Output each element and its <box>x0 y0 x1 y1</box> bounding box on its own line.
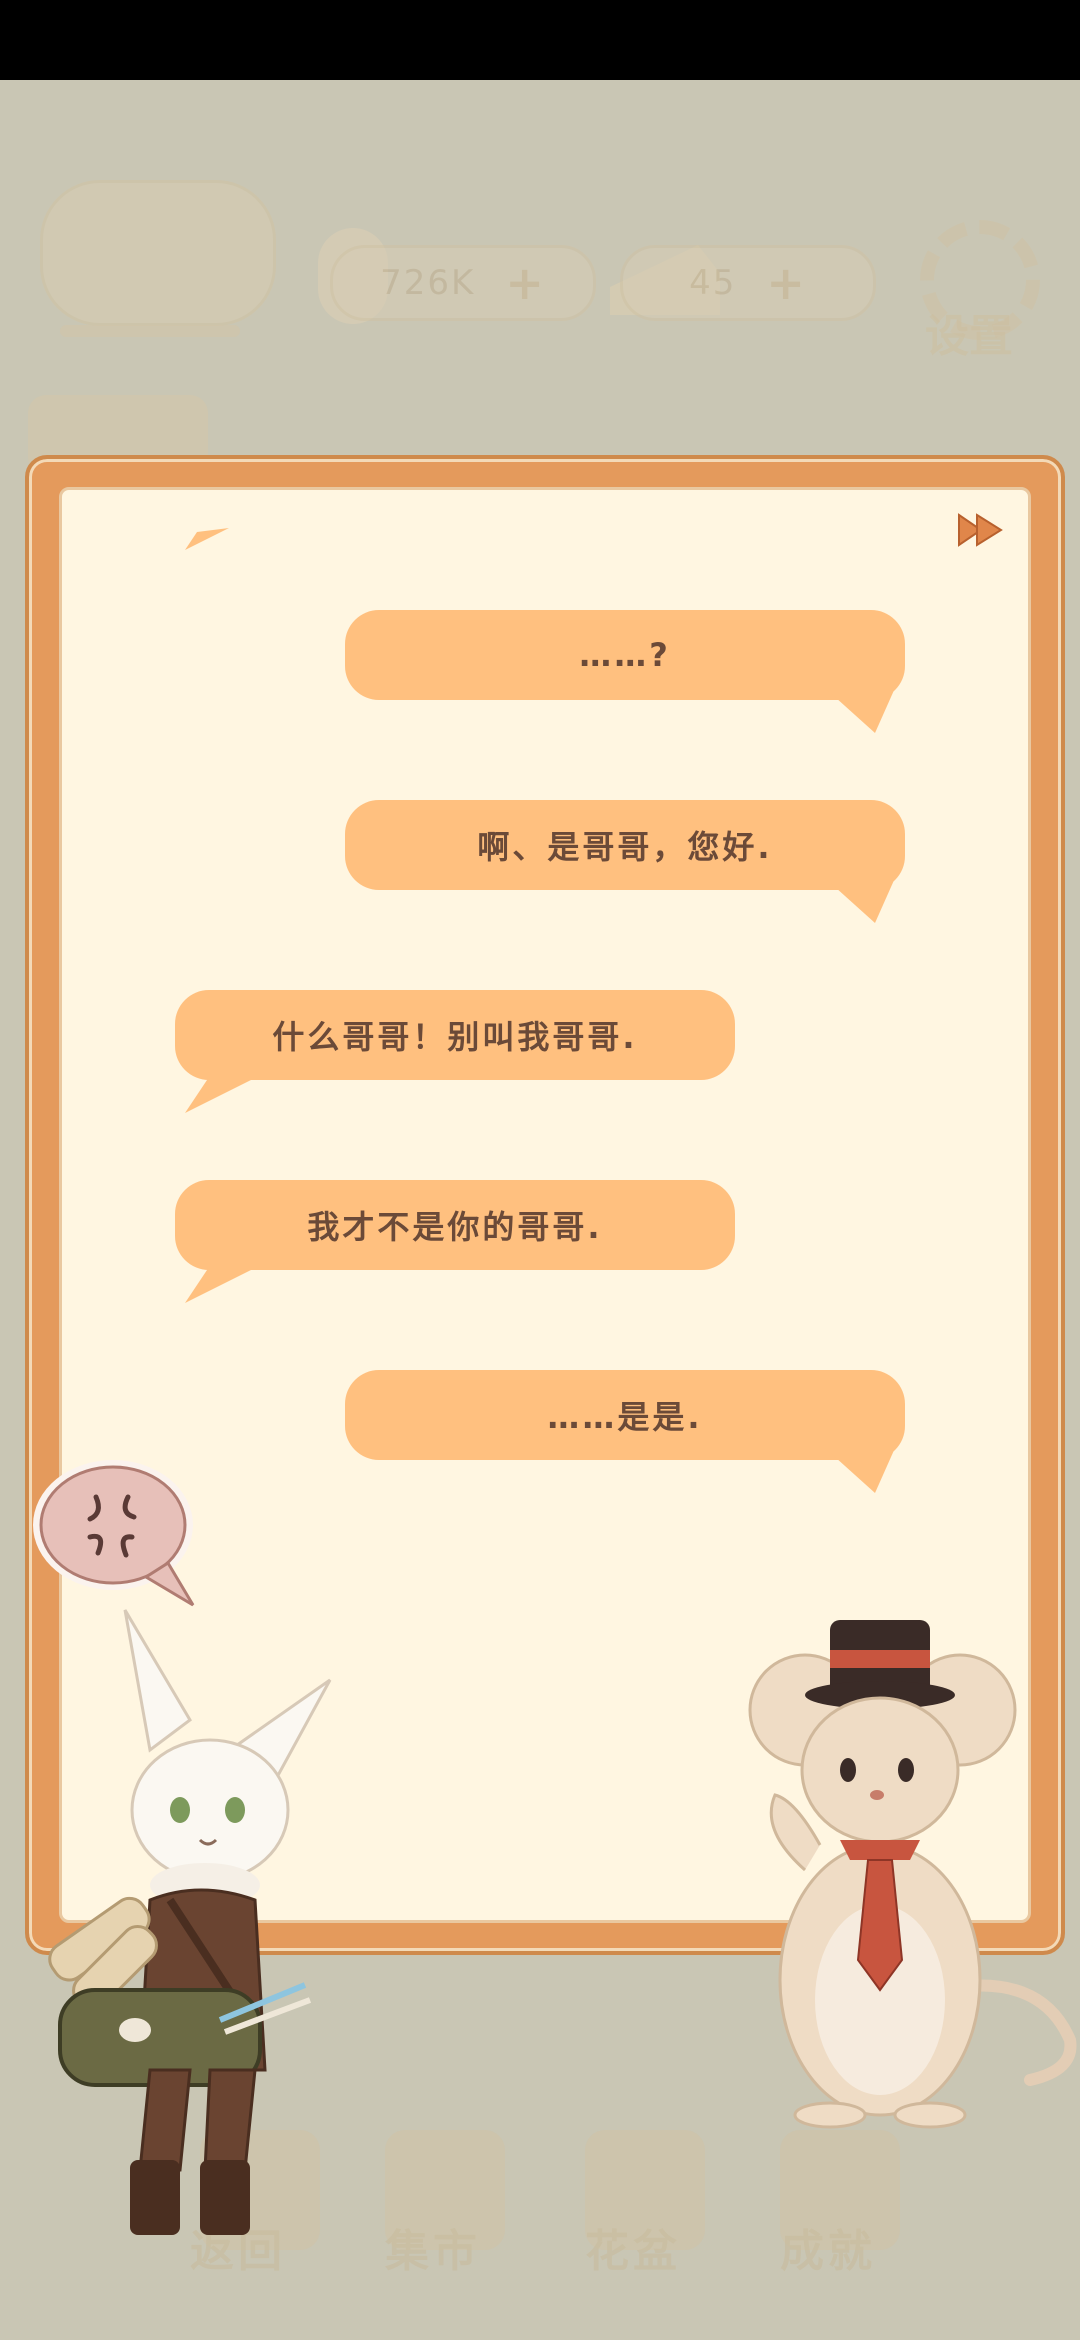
cake-amount: 45 <box>689 263 737 303</box>
add-fish-icon[interactable]: + <box>505 256 546 310</box>
fish-currency[interactable]: 726K + <box>330 245 596 321</box>
level-bar <box>60 325 240 337</box>
dialogue-bubble: 什么哥哥！别叫我哥哥. <box>175 990 735 1113</box>
dialogue-text: ……? <box>579 636 671 674</box>
add-cake-icon[interactable]: + <box>766 256 807 310</box>
player-avatar[interactable] <box>40 180 276 326</box>
dialogue-text: ……是是. <box>547 1398 703 1436</box>
bottom-nav-label-flowerpot: 花盆 <box>585 2226 681 2277</box>
settings-label: 设置 <box>925 311 1013 362</box>
dialogue-bubble: 我才不是你的哥哥. <box>175 1180 735 1303</box>
mouse-character <box>748 1620 1077 2129</box>
dialogue-bubble: ……是是. <box>345 1370 905 1493</box>
bottom-nav-label-achievement: 成就 <box>780 2226 876 2277</box>
cake-currency[interactable]: 45 + <box>620 245 876 321</box>
dialogue-text: 我才不是你的哥哥. <box>307 1208 603 1246</box>
fish-amount: 726K <box>380 263 476 303</box>
dialogue-text: 啊、是哥哥，您好. <box>477 828 773 866</box>
dialogue-bubble: 啊、是哥哥，您好. <box>345 800 905 923</box>
fast-forward-icon[interactable] <box>955 505 1005 555</box>
anger-mark-icon <box>33 1460 195 1607</box>
corner-wedge-icon <box>185 528 229 550</box>
status-bar <box>0 0 1080 80</box>
cat-character <box>48 1609 332 2235</box>
dialogue-text: 什么哥哥！别叫我哥哥. <box>272 1018 638 1056</box>
dialogue-bubble: ……? <box>345 610 905 733</box>
bottom-nav-label-market: 集市 <box>385 2226 481 2277</box>
